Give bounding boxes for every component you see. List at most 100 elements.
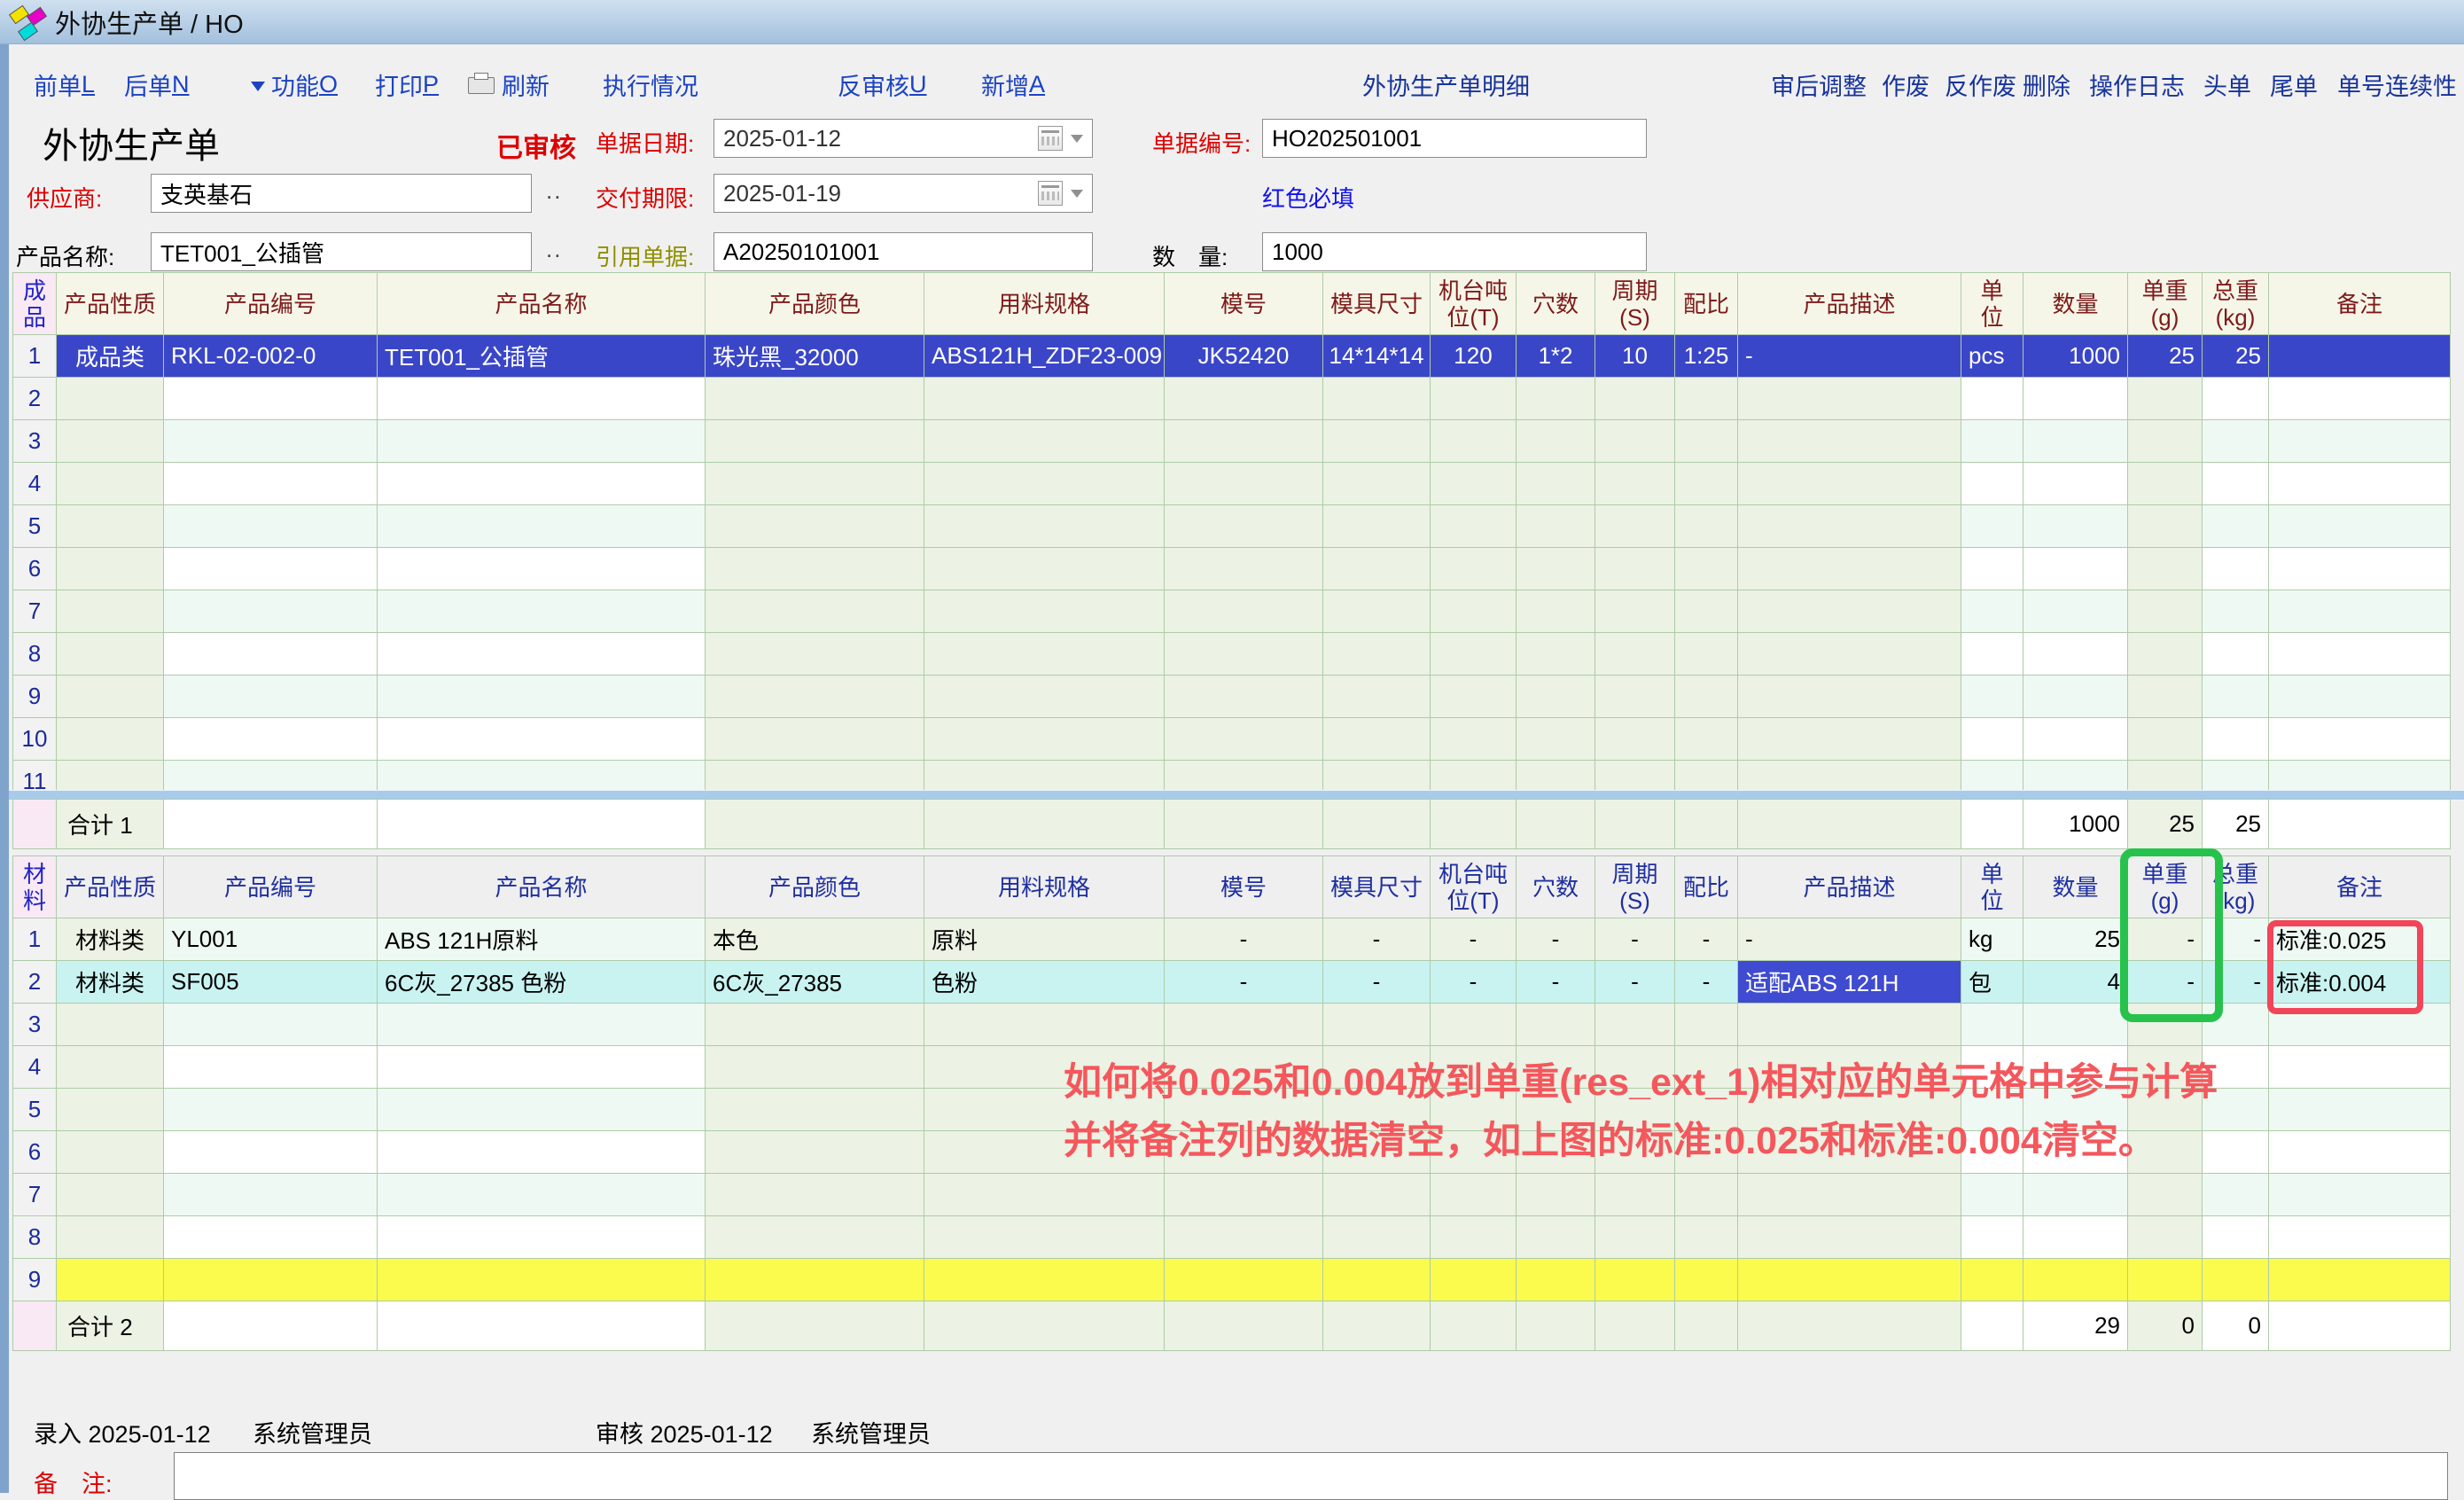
grid-cell[interactable] <box>378 505 706 548</box>
grid-cell[interactable] <box>2203 378 2269 420</box>
grid-cell[interactable] <box>57 1004 164 1046</box>
grid-cell[interactable] <box>1431 1259 1517 1301</box>
grid-cell[interactable] <box>1517 1046 1595 1089</box>
grid-cell[interactable] <box>1675 1131 1738 1174</box>
grid-cell[interactable] <box>1738 505 1961 548</box>
row-number[interactable] <box>13 800 57 849</box>
row-number[interactable]: 8 <box>13 1216 57 1259</box>
grid-cell[interactable] <box>164 1301 378 1351</box>
grid-cell[interactable] <box>2269 378 2451 420</box>
grid-cell[interactable] <box>1517 505 1595 548</box>
grid-cell[interactable]: 25 <box>2128 335 2203 378</box>
grid-cell[interactable] <box>1595 505 1675 548</box>
grid-cell[interactable] <box>1675 1301 1738 1351</box>
grid-cell[interactable] <box>1431 1301 1517 1351</box>
row-number[interactable]: 7 <box>13 590 57 633</box>
grid-cell[interactable] <box>1431 505 1517 548</box>
grid-cell[interactable] <box>1323 1216 1431 1259</box>
calendar-icon[interactable] <box>1038 181 1063 206</box>
grid-cell[interactable]: ABS121H_ZDF23-009 <box>924 335 1165 378</box>
row-number[interactable]: 5 <box>13 505 57 548</box>
grid-cell[interactable]: 1:25 <box>1675 335 1738 378</box>
grid-cell[interactable] <box>1961 1046 2023 1089</box>
grid-cell[interactable] <box>924 548 1165 590</box>
grid-cell[interactable] <box>1323 548 1431 590</box>
grid-cell[interactable] <box>1431 1089 1517 1131</box>
grid-cell[interactable] <box>2128 1004 2203 1046</box>
grid-cell[interactable] <box>2128 1174 2203 1216</box>
grid-cell[interactable] <box>2023 548 2128 590</box>
grid-cell[interactable] <box>1961 590 2023 633</box>
grid-cell[interactable] <box>1595 1174 1675 1216</box>
grid-cell[interactable] <box>57 420 164 463</box>
grid-cell[interactable] <box>1431 420 1517 463</box>
grid-cell[interactable] <box>1595 800 1675 849</box>
grid-cell[interactable] <box>1517 1259 1595 1301</box>
grid-cell[interactable] <box>1738 1004 1961 1046</box>
grid-cell[interactable] <box>1165 1174 1323 1216</box>
grid-cell[interactable] <box>1431 378 1517 420</box>
grid-cell[interactable] <box>57 1174 164 1216</box>
grid-cell[interactable]: 适配ABS 121H <box>1738 961 1961 1004</box>
grid-cell[interactable] <box>924 761 1165 791</box>
grid-cell[interactable] <box>1675 1174 1738 1216</box>
grid-cell[interactable]: - <box>1675 918 1738 961</box>
row-number[interactable]: 6 <box>13 1131 57 1174</box>
grid-cell[interactable]: TET001_公插管 <box>378 335 706 378</box>
grid-cell[interactable] <box>1961 1259 2023 1301</box>
grid-cell[interactable] <box>1431 1046 1517 1089</box>
grid-cell[interactable] <box>2128 1046 2203 1089</box>
grid-cell[interactable] <box>924 1131 1165 1174</box>
product-field[interactable]: TET001_公插管 <box>151 232 532 271</box>
grid-cell[interactable] <box>164 633 378 676</box>
grid-cell[interactable] <box>2269 1046 2451 1089</box>
grid-cell[interactable] <box>924 1174 1165 1216</box>
grid-cell[interactable] <box>1595 548 1675 590</box>
grid-cell[interactable] <box>1961 1216 2023 1259</box>
grid-cell[interactable]: RKL-02-002-0 <box>164 335 378 378</box>
grid-cell[interactable] <box>1431 1131 1517 1174</box>
grid-cell[interactable] <box>2023 761 2128 791</box>
grid-cell[interactable] <box>378 718 706 761</box>
dropdown-arrow-icon[interactable] <box>1071 135 1083 143</box>
grid-cell[interactable]: 25 <box>2128 800 2203 849</box>
grid-cell[interactable] <box>378 590 706 633</box>
toolbar-item-后单[interactable]: 后单N <box>124 67 190 102</box>
grid-cell[interactable]: 25 <box>2203 800 2269 849</box>
grid-cell[interactable] <box>164 1089 378 1131</box>
grid-cell[interactable] <box>1165 1046 1323 1089</box>
grid-cell[interactable] <box>1323 1089 1431 1131</box>
grid-cell[interactable] <box>1323 1259 1431 1301</box>
grid-cell[interactable]: 6C灰_27385 色粉 <box>378 961 706 1004</box>
grid-cell[interactable] <box>2269 1004 2451 1046</box>
grid-cell[interactable] <box>1595 378 1675 420</box>
grid-cell[interactable] <box>1323 463 1431 505</box>
grid-cell[interactable] <box>2023 420 2128 463</box>
grid-cell[interactable] <box>706 761 924 791</box>
grid-cell[interactable]: 1*2 <box>1517 335 1595 378</box>
grid-cell[interactable] <box>2203 761 2269 791</box>
grid-cell[interactable] <box>1675 633 1738 676</box>
grid-cell[interactable] <box>1961 1174 2023 1216</box>
grid-cell[interactable] <box>2203 1174 2269 1216</box>
grid-cell[interactable] <box>2269 1174 2451 1216</box>
grid-cell[interactable] <box>57 548 164 590</box>
grid-cell[interactable] <box>1961 1004 2023 1046</box>
grid-cell[interactable] <box>2128 676 2203 718</box>
grid-cell[interactable] <box>378 1259 706 1301</box>
grid-cell[interactable] <box>1431 590 1517 633</box>
grid-cell[interactable] <box>1517 761 1595 791</box>
grid-cell[interactable] <box>2023 1216 2128 1259</box>
grid-cell[interactable] <box>164 800 378 849</box>
grid-cell[interactable] <box>378 1046 706 1089</box>
grid-cell[interactable] <box>2203 633 2269 676</box>
grid-cell[interactable] <box>2269 1131 2451 1174</box>
grid-cell[interactable] <box>924 1089 1165 1131</box>
grid-cell[interactable] <box>164 1216 378 1259</box>
grid-cell[interactable] <box>1595 1259 1675 1301</box>
grid-cell[interactable] <box>2023 378 2128 420</box>
grid-cell[interactable]: 25 <box>2023 918 2128 961</box>
grid-cell[interactable]: 色粉 <box>924 961 1165 1004</box>
grid-cell[interactable] <box>1738 1216 1961 1259</box>
grid-cell[interactable] <box>1595 590 1675 633</box>
